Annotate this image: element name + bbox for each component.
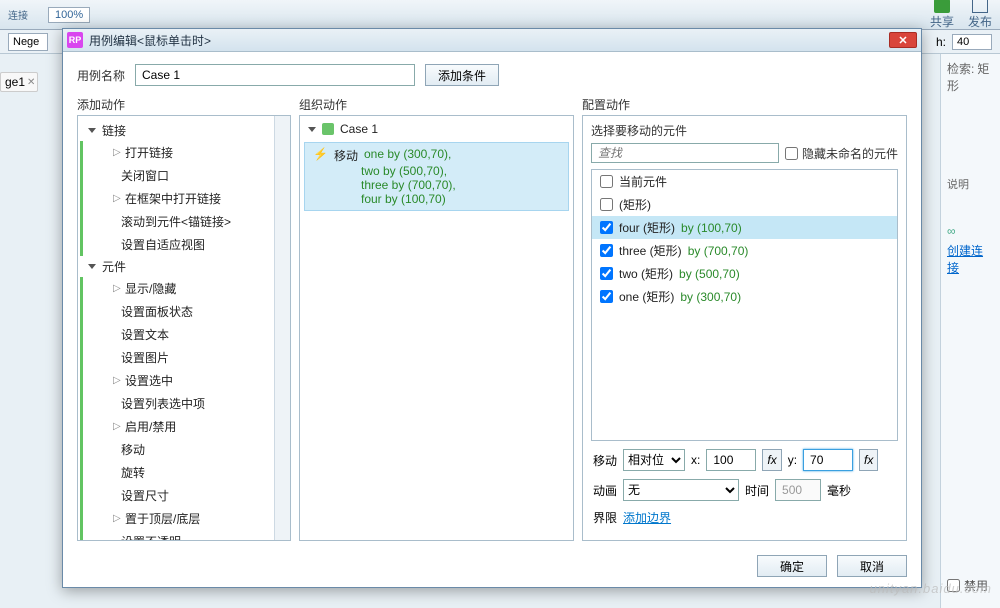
- tree-item[interactable]: 关闭窗口: [83, 164, 274, 187]
- close-icon[interactable]: ✕: [27, 77, 35, 88]
- configure-panel: 选择要移动的元件 隐藏未命名的元件 当前元件 (矩形) four (矩形) by (…: [582, 115, 907, 541]
- add-condition-button[interactable]: 添加条件: [425, 64, 499, 86]
- case-name-input[interactable]: [135, 64, 415, 86]
- item-checkbox[interactable]: [600, 198, 613, 211]
- tree-item[interactable]: 设置面板状态: [83, 300, 274, 323]
- tree-group-link[interactable]: 链接: [78, 120, 274, 141]
- app-icon: RP: [67, 32, 83, 48]
- create-link[interactable]: 创建连接: [947, 242, 994, 276]
- item-by: by (700,70): [688, 244, 749, 258]
- tree-item[interactable]: 设置尺寸: [83, 484, 274, 507]
- item-by: by (100,70): [681, 221, 742, 235]
- config-header: 选择要移动的元件: [583, 116, 906, 143]
- scrollbar[interactable]: [274, 116, 290, 540]
- h-input[interactable]: [952, 34, 992, 50]
- publish-button[interactable]: 发布: [968, 0, 992, 30]
- share-button[interactable]: 共享: [930, 0, 954, 30]
- fx-button[interactable]: fx: [762, 449, 781, 471]
- list-item[interactable]: 当前元件: [592, 170, 897, 193]
- tree-item[interactable]: ▷设置选中: [83, 369, 274, 392]
- time-label: 时间: [745, 482, 769, 499]
- item-label: four (矩形): [619, 219, 675, 236]
- tree-item[interactable]: ▷显示/隐藏: [83, 277, 274, 300]
- tree-item[interactable]: 旋转: [83, 461, 274, 484]
- list-item[interactable]: four (矩形) by (100,70): [592, 216, 897, 239]
- page-tab[interactable]: ge1✕: [0, 72, 38, 92]
- item-label: three (矩形): [619, 242, 682, 259]
- search-input[interactable]: [591, 143, 779, 163]
- case-name-label: 用例名称: [77, 67, 125, 84]
- case-editor-dialog: RP 用例编辑<鼠标单击时> ✕ 用例名称 添加条件 添加动作 组织动作 配置动…: [62, 28, 922, 588]
- item-label: two (矩形): [619, 265, 673, 282]
- item-checkbox[interactable]: [600, 244, 613, 257]
- col1-header: 添加动作: [77, 96, 299, 113]
- col3-header: 配置动作: [582, 96, 907, 113]
- close-button[interactable]: ✕: [889, 32, 917, 48]
- neg-input[interactable]: [8, 33, 48, 51]
- bound-label: 界限: [593, 509, 617, 526]
- anim-label: 动画: [593, 482, 617, 499]
- y-label: y:: [788, 453, 797, 467]
- zoom-select[interactable]: 100%: [48, 7, 90, 23]
- move-mode-select[interactable]: 相对位: [623, 449, 685, 471]
- x-input[interactable]: [706, 449, 756, 471]
- bolt-icon: ⚡: [313, 147, 328, 164]
- tree-item[interactable]: ▷在框架中打开链接: [83, 187, 274, 210]
- h-label: h:: [936, 35, 946, 49]
- hide-unnamed-checkbox[interactable]: 隐藏未命名的元件: [785, 145, 898, 162]
- dialog-titlebar[interactable]: RP 用例编辑<鼠标单击时> ✕: [63, 29, 921, 52]
- actions-tree-panel: 链接 ▷打开链接 关闭窗口 ▷在框架中打开链接 滚动到元件<锚链接> 设置自适应…: [77, 115, 291, 541]
- item-checkbox[interactable]: [600, 290, 613, 303]
- item-checkbox[interactable]: [600, 267, 613, 280]
- list-item[interactable]: (矩形): [592, 193, 897, 216]
- item-by: by (500,70): [679, 267, 740, 281]
- watermark: unityan.baidu.com: [869, 581, 992, 596]
- item-label: one (矩形): [619, 288, 674, 305]
- tree-item[interactable]: ▷置于顶层/底层: [83, 507, 274, 530]
- case-icon: [322, 123, 334, 135]
- tree-item[interactable]: 设置文本: [83, 323, 274, 346]
- move-label: 移动: [593, 452, 617, 469]
- list-item[interactable]: three (矩形) by (700,70): [592, 239, 897, 262]
- tree-item[interactable]: 设置图片: [83, 346, 274, 369]
- item-by: by (300,70): [680, 290, 741, 304]
- tree-group-component[interactable]: 元件: [78, 256, 274, 277]
- tree-item[interactable]: ▷打开链接: [83, 141, 274, 164]
- cancel-button[interactable]: 取消: [837, 555, 907, 577]
- list-item[interactable]: two (矩形) by (500,70): [592, 262, 897, 285]
- x-label: x:: [691, 453, 700, 467]
- tree-item[interactable]: 设置自适应视图: [83, 233, 274, 256]
- add-boundary-link[interactable]: 添加边界: [623, 509, 671, 526]
- right-panel: 检索: 矩形 说明 ∞ 创建连接 禁用: [940, 54, 1000, 608]
- tree-item[interactable]: ▷启用/禁用: [83, 415, 274, 438]
- list-item[interactable]: one (矩形) by (300,70): [592, 285, 897, 308]
- tree-item[interactable]: 设置列表选中项: [83, 392, 274, 415]
- tree-item[interactable]: 设置不透明: [83, 530, 274, 540]
- ok-button[interactable]: 确定: [757, 555, 827, 577]
- time-input[interactable]: [775, 479, 821, 501]
- widget-list: 当前元件(矩形)four (矩形) by (100,70)three (矩形) …: [591, 169, 898, 441]
- ms-label: 毫秒: [827, 482, 851, 499]
- item-label: (矩形): [619, 196, 651, 213]
- anim-select[interactable]: 无: [623, 479, 739, 501]
- action-node[interactable]: ⚡ 移动 one by (300,70), two by (500,70), t…: [304, 142, 569, 211]
- organize-panel: Case 1 ⚡ 移动 one by (300,70), two by (500…: [299, 115, 574, 541]
- connect-label: 连接: [8, 7, 28, 22]
- tree-item[interactable]: 滚动到元件<锚链接>: [83, 210, 274, 233]
- item-checkbox[interactable]: [600, 221, 613, 234]
- app-toolbar: 连接 100% 共享 发布: [0, 0, 1000, 30]
- dialog-title: 用例编辑<鼠标单击时>: [89, 32, 211, 49]
- case-node[interactable]: Case 1: [300, 116, 573, 142]
- item-label: 当前元件: [619, 173, 667, 190]
- y-input[interactable]: [803, 449, 853, 471]
- fx-button[interactable]: fx: [859, 449, 878, 471]
- col2-header: 组织动作: [299, 96, 582, 113]
- tree-item[interactable]: 移动: [83, 438, 274, 461]
- item-checkbox[interactable]: [600, 175, 613, 188]
